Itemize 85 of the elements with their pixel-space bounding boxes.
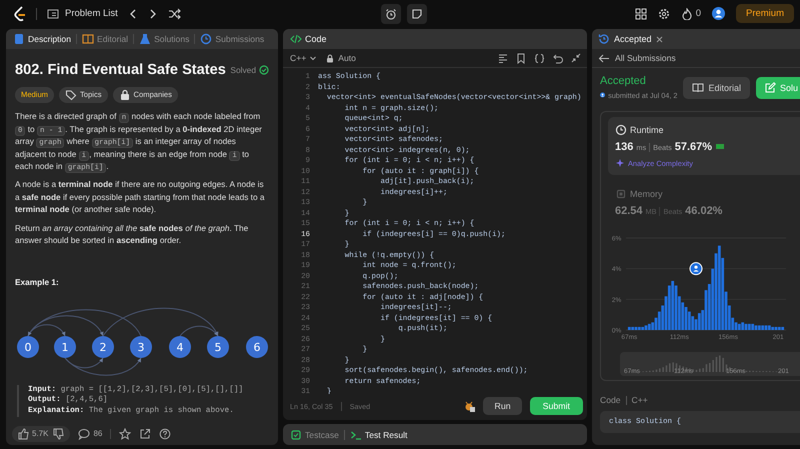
chevron-left-icon[interactable]	[128, 8, 138, 20]
clock-icon	[200, 33, 212, 45]
clock-icon	[615, 124, 627, 136]
beats-percent: 46.02%	[685, 205, 722, 217]
lock-icon	[325, 53, 336, 63]
back-arrow-icon	[598, 52, 610, 64]
metric-value: 136	[615, 141, 634, 153]
tab[interactable]: Editorial	[79, 30, 132, 48]
result-tab[interactable]: Accepted	[598, 33, 652, 45]
graph-node: 5	[207, 336, 229, 358]
terminal-icon	[350, 428, 362, 440]
editorial-button[interactable]: Editorial	[683, 76, 750, 98]
panel-title: Code	[305, 34, 327, 44]
metric-label: Memory	[630, 189, 663, 199]
example-heading: Example 1:	[15, 276, 60, 289]
graph-node: 0	[17, 336, 39, 358]
checkbox-icon	[290, 428, 302, 440]
console-tab[interactable]: Test Result	[350, 428, 408, 440]
tag-icon	[65, 89, 78, 102]
format-icon[interactable]	[498, 52, 508, 64]
book-icon	[82, 33, 94, 45]
grid-icon[interactable]	[634, 8, 647, 20]
notes-button[interactable]	[406, 4, 426, 24]
comment-icon	[78, 428, 90, 440]
debug-icon[interactable]	[463, 400, 476, 412]
star-icon[interactable]	[119, 428, 132, 440]
tab[interactable]: Solutions	[136, 30, 192, 48]
avatar-icon	[600, 90, 606, 100]
alarm-clock-icon	[384, 8, 396, 20]
solved-label: Solved	[230, 64, 256, 76]
status-label: Accepted	[600, 75, 647, 87]
braces-icon[interactable]	[534, 52, 545, 64]
check-circle-icon	[259, 65, 269, 75]
language-dropdown[interactable]: C++	[290, 53, 318, 63]
paragraph: Return an array containing all the safe nodes of the graph. The answer should be sorted in ascending order.	[15, 222, 250, 246]
all-submissions-link[interactable]: All Submissions	[592, 49, 800, 68]
graph-node: 3	[130, 336, 152, 358]
document-icon	[13, 33, 25, 45]
paragraph: A node is a terminal node if there are no outgoing edges. A node is a safe node if every possible path starting from that node leads to a terminal node (or another safe node).	[15, 178, 266, 216]
help-icon[interactable]	[159, 428, 172, 440]
user-marker-icon	[690, 262, 702, 276]
thumbs-up-icon	[18, 428, 29, 440]
graph-node: 4	[169, 336, 191, 358]
sparkle-icon	[615, 158, 625, 168]
tab[interactable]: Description	[10, 30, 74, 48]
graph-node: 1	[54, 336, 76, 358]
metric-label: Runtime	[630, 125, 664, 135]
share-icon[interactable]	[139, 428, 152, 440]
collapse-icon[interactable]	[571, 53, 581, 63]
code-label: Code	[600, 395, 621, 405]
problem-list-button[interactable]: Problem List	[47, 8, 118, 20]
note-icon	[410, 8, 422, 20]
tab[interactable]: Submissions	[197, 30, 268, 48]
list-icon	[47, 8, 59, 20]
chip-icon	[615, 188, 627, 200]
graph-node: 6	[246, 336, 268, 358]
code-icon	[290, 33, 302, 45]
settings-icon[interactable]	[658, 8, 670, 20]
comments-button[interactable]: 86	[78, 428, 102, 440]
problem-title: 802. Find Eventual Safe States	[15, 61, 226, 79]
history-icon	[598, 33, 610, 45]
edit-icon	[764, 82, 776, 94]
chevron-right-icon[interactable]	[148, 8, 158, 20]
shuffle-icon[interactable]	[168, 8, 181, 20]
logo-icon[interactable]	[13, 6, 26, 22]
undo-icon[interactable]	[553, 52, 563, 64]
streak-count: 0	[696, 8, 701, 19]
thumbs-down-icon[interactable]	[53, 428, 64, 440]
graph-node: 2	[92, 336, 114, 358]
console-tab[interactable]: Testcase	[290, 428, 339, 440]
beats-percent: 57.67%	[674, 141, 712, 153]
premium-button[interactable]: Premium	[736, 4, 794, 23]
flask-icon	[139, 33, 152, 45]
close-icon[interactable]	[654, 34, 664, 44]
metric-value: 62.54	[615, 205, 643, 217]
run-button[interactable]: Run	[483, 397, 522, 415]
bookmark-icon[interactable]	[516, 52, 526, 64]
code-language: C++	[632, 395, 648, 405]
caret-icon	[309, 54, 318, 62]
auto-mode-button[interactable]: Auto	[325, 53, 356, 63]
lock-icon	[118, 89, 131, 102]
flame-icon[interactable]	[680, 8, 693, 20]
timer-button[interactable]	[380, 4, 400, 24]
avatar-icon[interactable]	[712, 7, 725, 20]
book-icon	[692, 82, 704, 94]
